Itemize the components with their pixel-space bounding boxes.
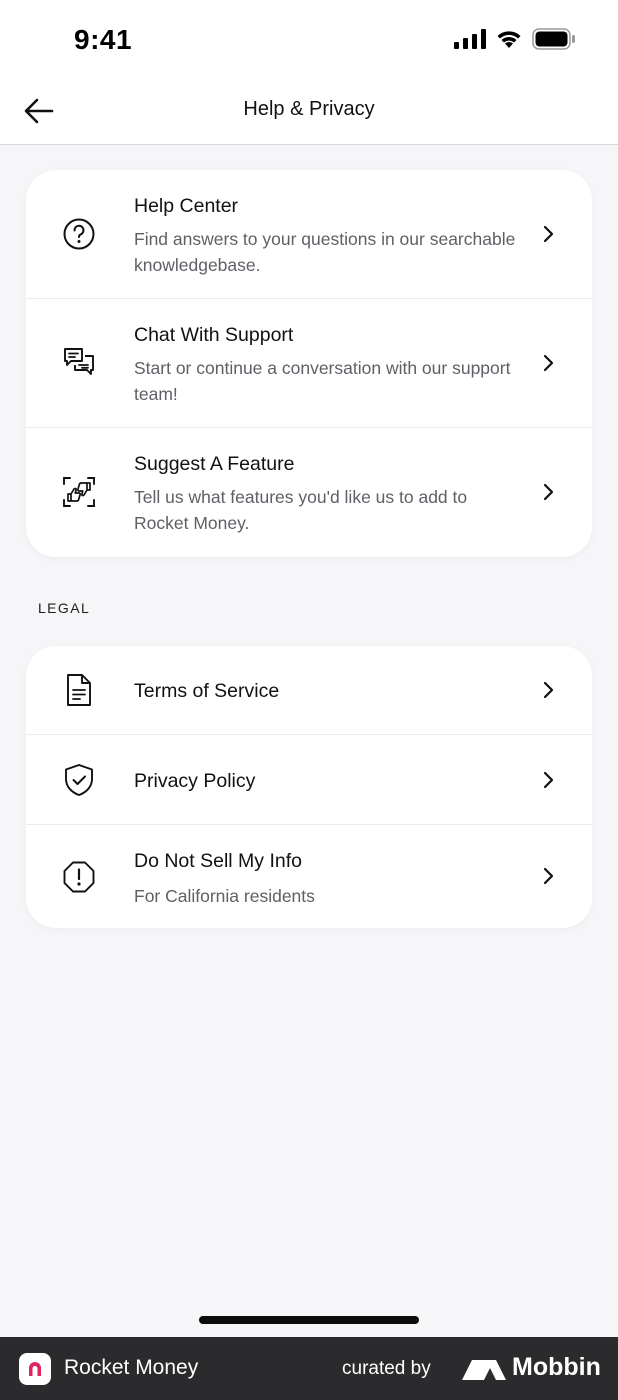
- wifi-icon: [497, 31, 521, 48]
- chevron-right-icon: [540, 482, 556, 502]
- mobbin-logo-icon: [462, 1360, 506, 1380]
- footer-bar: Rocket Money curated by Mobbin: [0, 1337, 618, 1400]
- status-bar: 9:41: [0, 0, 618, 80]
- help-center-subtitle: Find answers to your questions in our se…: [134, 229, 516, 275]
- rocket-money-logo: [19, 1353, 51, 1385]
- status-time: 9:41: [74, 24, 133, 55]
- status-icons: [454, 28, 576, 50]
- suggest-feature-row[interactable]: Suggest A Feature Tell us what features …: [26, 428, 592, 557]
- chevron-right-icon: [540, 224, 556, 244]
- chat-bubbles-icon: [62, 346, 96, 380]
- nav-bar: Help & Privacy: [0, 80, 618, 145]
- page-title: Help & Privacy: [243, 98, 375, 120]
- chat-support-subtitle: Start or continue a conversation with ou…: [134, 358, 511, 404]
- help-center-row[interactable]: Help Center Find answers to your questio…: [26, 170, 592, 299]
- question-circle-icon: [62, 217, 96, 251]
- mobbin-name: Mobbin: [512, 1353, 601, 1381]
- suggest-feature-subtitle: Tell us what features you'd like us to a…: [134, 487, 468, 533]
- do-not-sell-row[interactable]: Do Not Sell My Info For California resid…: [26, 825, 592, 928]
- thumbs-feedback-icon: [62, 475, 96, 509]
- terms-of-service-row[interactable]: Terms of Service: [26, 646, 592, 735]
- do-not-sell-title: Do Not Sell My Info: [134, 850, 302, 872]
- shield-check-icon: [62, 763, 96, 797]
- legal-section-label: LEGAL: [38, 600, 91, 616]
- home-indicator[interactable]: [199, 1316, 419, 1324]
- help-card: Help Center Find answers to your questio…: [26, 170, 592, 557]
- help-center-title: Help Center: [134, 195, 239, 217]
- document-icon: [62, 673, 96, 707]
- cellular-signal-icon: [454, 29, 486, 49]
- chevron-right-icon: [540, 866, 556, 886]
- privacy-policy-title: Privacy Policy: [134, 770, 256, 792]
- chevron-right-icon: [540, 353, 556, 373]
- privacy-policy-row[interactable]: Privacy Policy: [26, 735, 592, 825]
- terms-of-service-title: Terms of Service: [134, 680, 280, 702]
- legal-card: Terms of Service Privacy Policy Do Not S…: [26, 646, 592, 928]
- do-not-sell-subtitle: For California residents: [134, 886, 315, 906]
- chat-support-title: Chat With Support: [134, 324, 294, 346]
- chevron-right-icon: [540, 770, 556, 790]
- suggest-feature-title: Suggest A Feature: [134, 453, 295, 475]
- curated-by-label: curated by: [342, 1358, 431, 1379]
- battery-icon: [532, 28, 575, 50]
- brand-name: Rocket Money: [64, 1356, 199, 1379]
- chevron-right-icon: [540, 680, 556, 700]
- chat-support-row[interactable]: Chat With Support Start or continue a co…: [26, 299, 592, 428]
- alert-octagon-icon: [62, 860, 96, 894]
